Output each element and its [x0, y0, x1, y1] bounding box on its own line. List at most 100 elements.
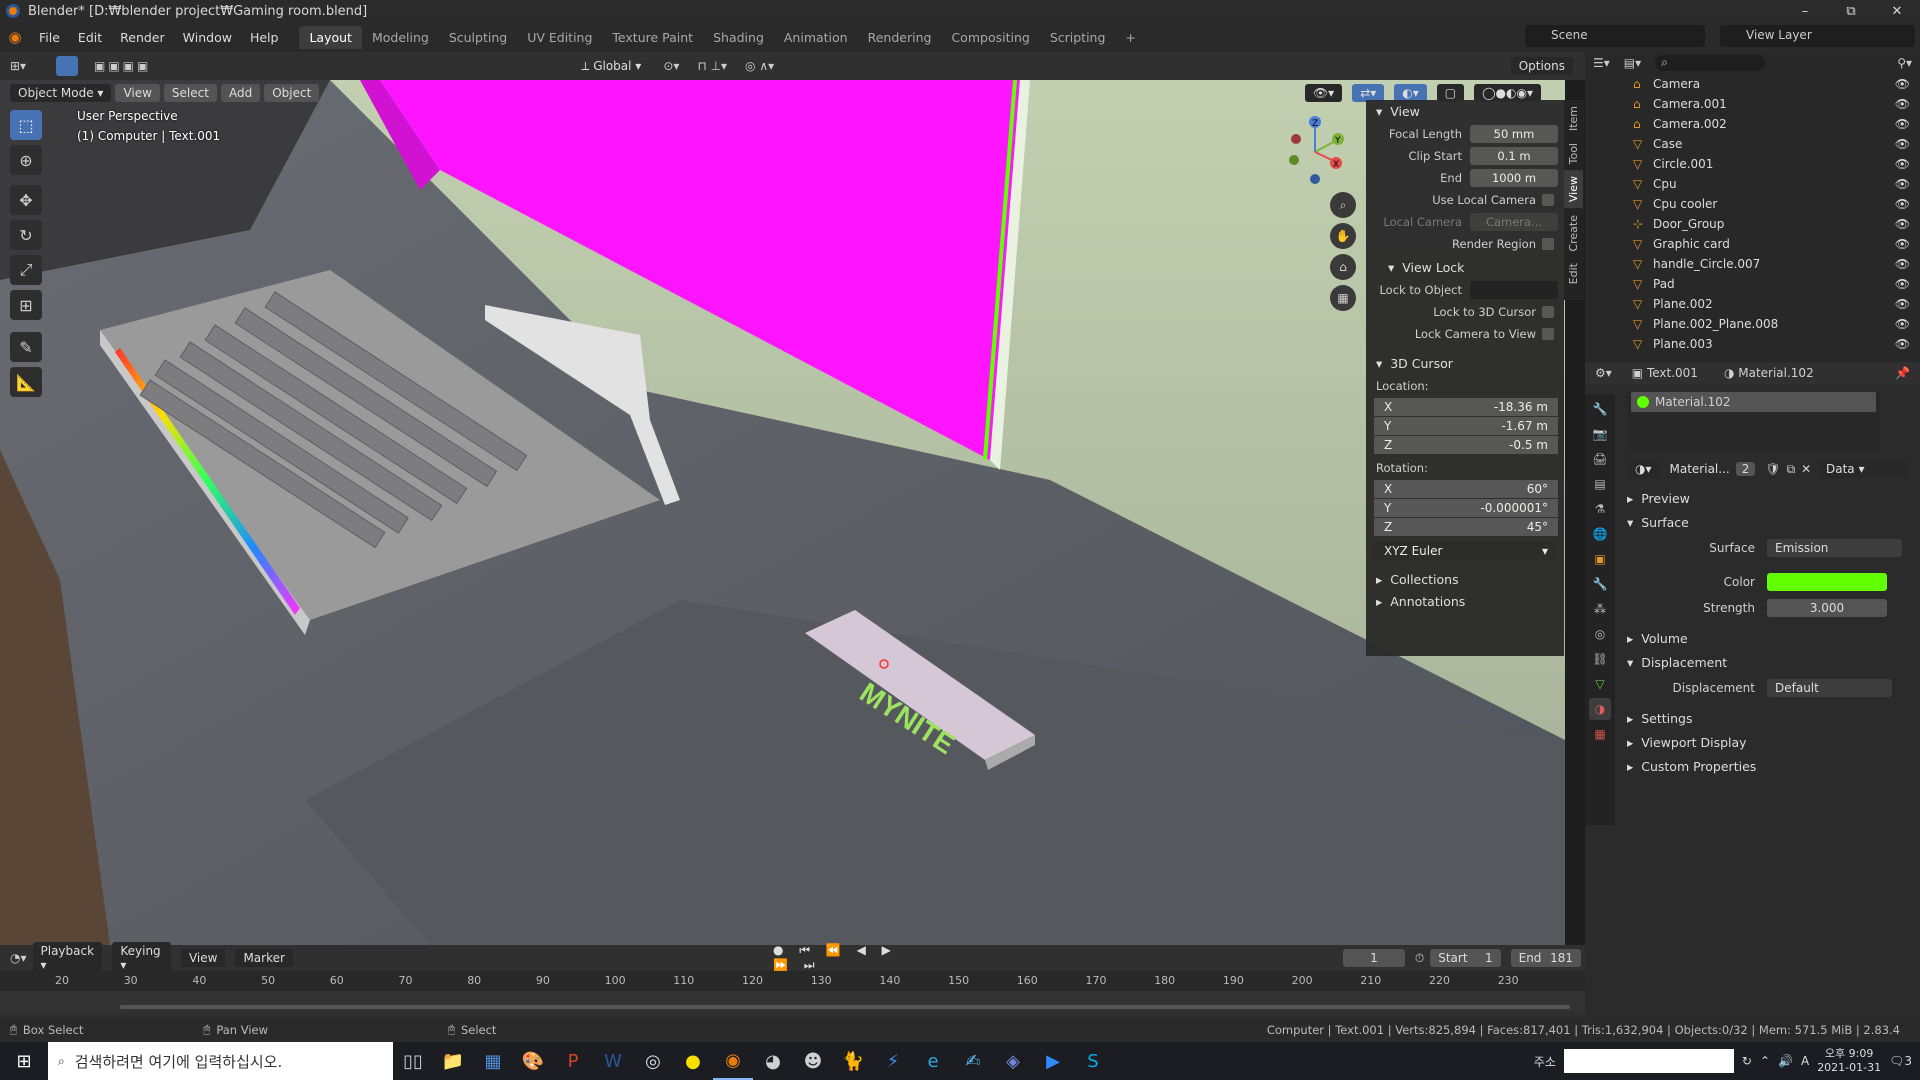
sidebar-tab-edit[interactable]: Edit — [1564, 257, 1583, 290]
menu-window[interactable]: Window — [174, 30, 241, 45]
use-local-camera-checkbox[interactable] — [1542, 194, 1554, 206]
zoom-app-icon[interactable]: ▶ — [1033, 1042, 1073, 1080]
material-slot[interactable]: Material.102 — [1631, 392, 1876, 412]
tab-modeling[interactable]: Modeling — [362, 26, 439, 49]
visibility-eye-icon[interactable]: 👁 — [1895, 337, 1910, 351]
tab-sculpting[interactable]: Sculpting — [439, 26, 517, 49]
displacement-dropdown[interactable]: Default — [1767, 679, 1892, 697]
visibility-eye-icon[interactable]: 👁 — [1895, 157, 1910, 171]
link-dropdown[interactable]: Data ▾ — [1818, 460, 1908, 478]
view-layer-tab-icon[interactable]: ▤ — [1589, 473, 1611, 495]
select-tool-icon[interactable]: ⬚ — [10, 110, 42, 140]
outliner-item[interactable]: ▽ Cpu cooler 👁 — [1585, 194, 1920, 214]
volume-icon[interactable]: 🔊 — [1778, 1054, 1793, 1068]
outliner-item[interactable]: ▽ Circle.001 👁 — [1585, 154, 1920, 174]
edge-icon[interactable]: e — [913, 1042, 953, 1080]
custom-properties-section[interactable]: ▸ Custom Properties — [1617, 754, 1920, 778]
add-menu[interactable]: Add — [220, 84, 261, 102]
mode-dropdown[interactable]: Object Mode ▾ — [10, 84, 112, 102]
select-menu[interactable]: Select — [163, 84, 217, 102]
select-box-tool-icon[interactable] — [56, 56, 78, 76]
marker-menu[interactable]: Marker — [235, 949, 293, 967]
add-workspace-button[interactable]: + — [1115, 26, 1145, 49]
clip-end-field[interactable]: 1000 m — [1470, 169, 1558, 187]
material-name-field[interactable]: Material... — [1670, 462, 1730, 476]
3d-cursor-header[interactable]: ▾ 3D Cursor — [1366, 352, 1564, 374]
app-icon[interactable]: ⚡ — [873, 1042, 913, 1080]
visibility-eye-icon[interactable]: 👁 — [1895, 317, 1910, 331]
outliner-item[interactable]: ⌂ Camera.002 👁 — [1585, 114, 1920, 134]
blender-menu-icon[interactable]: ◉ — [0, 28, 30, 46]
displacement-section[interactable]: ▾ Displacement — [1617, 650, 1920, 674]
timeline-view-menu[interactable]: View — [180, 949, 226, 967]
editor-type-icon[interactable]: ⊞▾ — [10, 59, 36, 73]
outliner-item[interactable]: ▽ Cpu 👁 — [1585, 174, 1920, 194]
word-icon[interactable]: W — [593, 1042, 633, 1080]
snap-icon[interactable]: ⊓ ⊥▾ — [697, 59, 727, 73]
outliner-item[interactable]: ▽ Case 👁 — [1585, 134, 1920, 154]
preview-section[interactable]: ▸ Preview — [1617, 486, 1920, 510]
cat-app-icon[interactable]: 🐈 — [833, 1042, 873, 1080]
scale-tool-icon[interactable]: ⤢ — [10, 255, 42, 285]
annotations-header[interactable]: ▸ Annotations — [1366, 590, 1564, 612]
outliner-item[interactable]: ▽ Graphic card 👁 — [1585, 234, 1920, 254]
timeline-scrollbar[interactable] — [120, 1005, 1570, 1009]
volume-section[interactable]: ▸ Volume — [1617, 626, 1920, 650]
strength-field[interactable]: 3.000 — [1767, 599, 1887, 617]
visibility-eye-icon[interactable]: 👁 — [1895, 237, 1910, 251]
duplicate-icon[interactable]: ⧉ — [1787, 462, 1796, 477]
calculator-icon[interactable]: ▦ — [473, 1042, 513, 1080]
close-button[interactable]: ✕ — [1874, 4, 1920, 19]
visibility-eye-icon[interactable]: 👁 — [1895, 277, 1910, 291]
current-frame-field[interactable]: 1 — [1342, 949, 1405, 967]
scene-tab-icon[interactable]: ⚗ — [1589, 498, 1611, 520]
outliner-item[interactable]: ⊹ Door_Group 👁 — [1585, 214, 1920, 234]
playback-menu[interactable]: Playback ▾ — [32, 942, 103, 974]
lock-to-object-field[interactable] — [1470, 281, 1558, 299]
notification-icon[interactable]: 🗨3 — [1889, 1054, 1912, 1068]
discord-icon[interactable]: ◈ — [993, 1042, 1033, 1080]
navigation-gizmo[interactable]: Z Y X — [1280, 112, 1360, 192]
lock-camera-checkbox[interactable] — [1542, 328, 1554, 340]
view-layer-selector[interactable]: View Layer — [1720, 25, 1915, 47]
local-camera-field[interactable]: Camera... — [1470, 213, 1558, 231]
orientation-dropdown[interactable]: ⟂ Global ▾ — [581, 59, 641, 74]
kakaotalk-icon[interactable]: ● — [673, 1042, 713, 1080]
unlink-icon[interactable]: ✕ — [1801, 462, 1811, 476]
file-explorer-icon[interactable]: 📁 — [433, 1042, 473, 1080]
view-section-header[interactable]: ▾ View — [1366, 100, 1564, 122]
material-tab-icon[interactable]: ◑ — [1589, 698, 1611, 720]
taskbar-search[interactable]: ⌕ 검색하려면 여기에 입력하십시오. — [48, 1042, 393, 1080]
sidebar-tab-tool[interactable]: Tool — [1564, 137, 1583, 170]
surface-section[interactable]: ▾ Surface — [1617, 510, 1920, 534]
playback-controls[interactable]: ● ⏮ ⏪ ◀ ▶ ⏩ ⏭ — [773, 943, 927, 973]
clip-start-field[interactable]: 0.1 m — [1470, 147, 1558, 165]
outliner-item[interactable]: ⌂ Camera 👁 — [1585, 74, 1920, 94]
ime-indicator[interactable]: A — [1801, 1054, 1809, 1068]
scene-selector[interactable]: Scene — [1525, 25, 1705, 47]
settings-section[interactable]: ▸ Settings — [1617, 706, 1920, 730]
tab-compositing[interactable]: Compositing — [941, 26, 1039, 49]
view-menu[interactable]: View — [115, 84, 160, 102]
visibility-eye-icon[interactable]: 👁 — [1895, 97, 1910, 111]
physics-tab-icon[interactable]: ◎ — [1589, 623, 1611, 645]
sketch-app-icon[interactable]: ✍ — [953, 1042, 993, 1080]
tab-scripting[interactable]: Scripting — [1040, 26, 1116, 49]
tab-rendering[interactable]: Rendering — [858, 26, 942, 49]
move-tool-icon[interactable]: ✥ — [10, 185, 42, 215]
overwatch-icon[interactable]: ◎ — [633, 1042, 673, 1080]
tab-shading[interactable]: Shading — [703, 26, 774, 49]
lock-to-cursor-checkbox[interactable] — [1542, 306, 1554, 318]
emission-color-swatch[interactable] — [1767, 573, 1887, 591]
cursor-rotation-y[interactable]: Y -0.000001° — [1374, 499, 1558, 517]
texture-tab-icon[interactable]: ▦ — [1589, 723, 1611, 745]
tab-uv-editing[interactable]: UV Editing — [517, 26, 602, 49]
outliner-item[interactable]: ⌂ Camera.001 👁 — [1585, 94, 1920, 114]
tray-chevron-icon[interactable]: ⌃ — [1760, 1054, 1770, 1068]
visibility-eye-icon[interactable]: 👁 — [1895, 297, 1910, 311]
clock[interactable]: 오후 9:09 2021-01-31 — [1817, 1047, 1881, 1075]
outliner-item[interactable]: ▽ Plane.003 👁 — [1585, 334, 1920, 354]
restore-button[interactable]: ⧉ — [1828, 4, 1874, 19]
options-dropdown[interactable]: Options — [1510, 57, 1573, 75]
pan-hand-icon[interactable]: ✋ — [1330, 223, 1356, 249]
